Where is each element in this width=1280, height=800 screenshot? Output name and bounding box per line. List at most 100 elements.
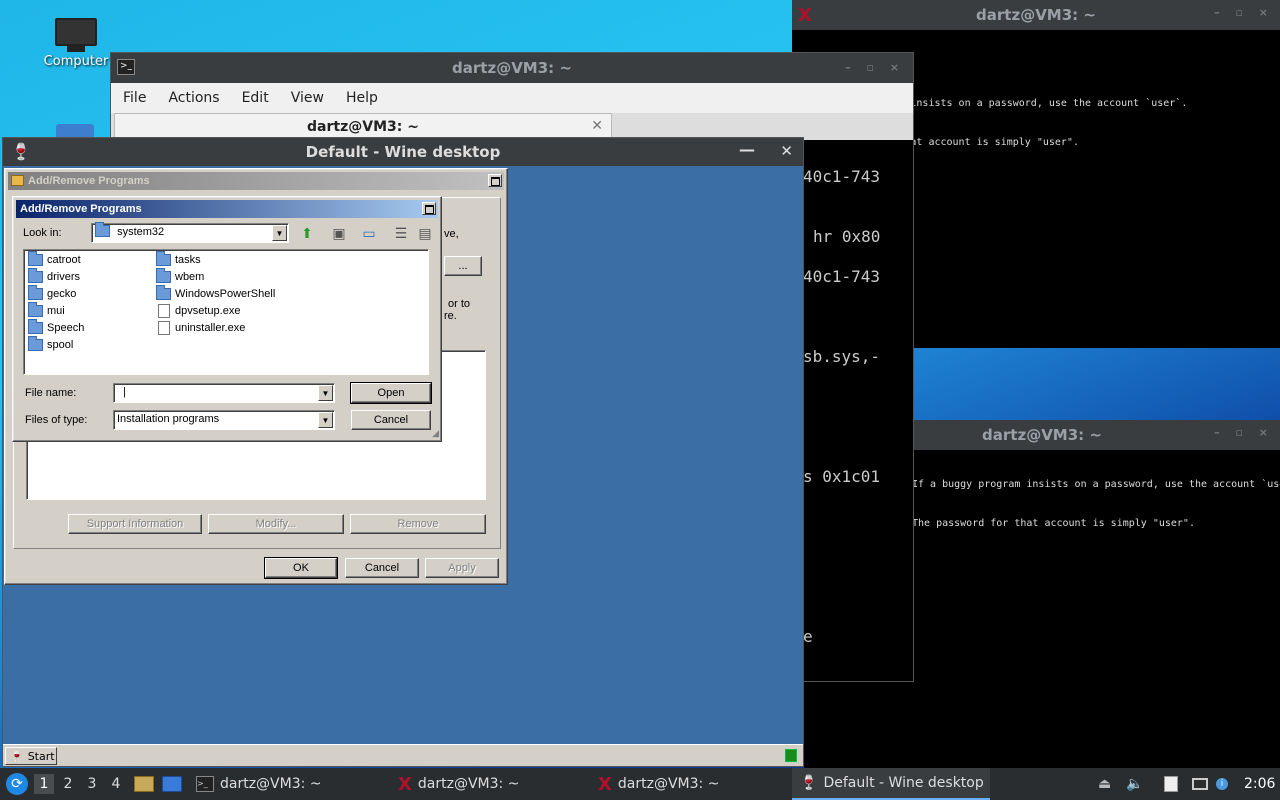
menu-actions[interactable]: Actions: [168, 90, 219, 106]
wine-titlebar[interactable]: 🍷 Default - Wine desktop — ✕: [3, 138, 803, 166]
list-item[interactable]: dpvsetup.exe: [158, 303, 240, 319]
wine-start-button[interactable]: 🍷 Start: [5, 747, 57, 765]
list-item[interactable]: drivers: [28, 268, 80, 285]
file-item-label: mui: [47, 305, 65, 317]
task-wine-desktop[interactable]: 🍷 Default - Wine desktop: [792, 768, 990, 800]
close-icon[interactable]: ✕: [591, 118, 603, 134]
list-item[interactable]: WindowsPowerShell: [156, 285, 276, 302]
xterm-line: If a buggy program insists on a password…: [912, 479, 1280, 490]
workspace-2[interactable]: 2: [58, 774, 78, 794]
window-controls-icon[interactable]: – ▫ ×: [845, 61, 905, 74]
app-menu-button[interactable]: ⟳: [6, 768, 28, 800]
close-icon[interactable]: ✕: [780, 142, 793, 160]
cancel-button[interactable]: Cancel: [345, 558, 419, 578]
terminal-text: s 0x1c01: [803, 467, 881, 486]
file-item-label: spool: [47, 339, 74, 351]
clock[interactable]: 2:06: [1244, 768, 1275, 800]
tray-notifications[interactable]: i: [1216, 768, 1228, 800]
terminal-tab[interactable]: dartz@VM3: ~ ✕: [114, 113, 612, 140]
workspace-4[interactable]: 4: [106, 774, 126, 794]
x-logo-icon: X: [398, 773, 412, 795]
workspace-3[interactable]: 3: [82, 774, 102, 794]
apply-button[interactable]: Apply: [425, 558, 499, 578]
resize-grip-icon[interactable]: ◢: [432, 428, 439, 439]
task-label: dartz@VM3: ~: [617, 776, 720, 792]
maximize-icon[interactable]: [488, 174, 502, 187]
computer-desktop-icon[interactable]: Computer: [40, 18, 112, 69]
terminal-icon: >_: [196, 776, 214, 792]
system-taskbar: ⟳ 1 2 3 4 >_ dartz@VM3: ~ X dartz@VM3: ~…: [0, 768, 1280, 800]
terminal-menubar: File Actions Edit View Help: [111, 83, 913, 113]
support-information-button[interactable]: Support Information: [68, 514, 202, 534]
remove-button[interactable]: Remove: [350, 514, 486, 534]
xterm-top-titlebar[interactable]: X dartz@VM3: ~ – ▫ ×: [792, 0, 1280, 30]
minimize-icon[interactable]: —: [739, 140, 755, 159]
folder-icon: [156, 251, 171, 266]
arp-partial-text: ve,: [444, 228, 459, 240]
file-dialog-titlebar[interactable]: Add/Remove Programs: [16, 200, 438, 218]
cancel-button[interactable]: Cancel: [351, 410, 431, 430]
show-desktop-launcher[interactable]: [162, 768, 182, 800]
window-controls-icon[interactable]: – ▫ ×: [1214, 426, 1274, 439]
up-folder-icon[interactable]: ⬆: [297, 223, 317, 243]
terminal-titlebar[interactable]: >_ dartz@VM3: ~ – ▫ ×: [111, 53, 913, 83]
folder-desktop-icon[interactable]: [56, 124, 94, 138]
files-of-type-select[interactable]: Installation programs ▼: [113, 410, 335, 430]
list-item[interactable]: catroot: [28, 251, 81, 268]
list-item[interactable]: tasks: [156, 251, 201, 268]
tray-arrow[interactable]: ⏏: [1098, 768, 1111, 800]
arp-titlebar[interactable]: Add/Remove Programs: [8, 172, 504, 190]
task-terminal[interactable]: >_ dartz@VM3: ~: [192, 768, 390, 800]
details-view-icon[interactable]: ▤: [415, 223, 435, 243]
ok-button[interactable]: OK: [264, 557, 338, 579]
modify-button[interactable]: Modify...: [208, 514, 344, 534]
menu-help[interactable]: Help: [346, 90, 378, 106]
show-desktop-icon: [162, 776, 182, 792]
look-in-select[interactable]: system32 ▼: [91, 222, 289, 243]
file-manager-launcher[interactable]: [134, 768, 154, 800]
menu-edit[interactable]: Edit: [242, 90, 269, 106]
file-list[interactable]: catroot drivers gecko mui Speech spool t…: [23, 249, 429, 375]
tray-indicator-icon[interactable]: [785, 749, 797, 762]
tray-volume[interactable]: 🔈: [1126, 768, 1143, 800]
window-controls-icon[interactable]: – ▫ ×: [1214, 6, 1274, 19]
menu-view[interactable]: View: [291, 90, 324, 106]
menu-file[interactable]: File: [123, 90, 146, 106]
file-name-label: File name:: [25, 387, 77, 399]
file-name-field[interactable]: | ▼: [113, 383, 335, 403]
tray-network[interactable]: [1192, 768, 1208, 800]
eject-icon: ⏏: [1098, 776, 1112, 792]
workspace-1[interactable]: 1: [34, 774, 54, 794]
open-button[interactable]: Open: [350, 382, 432, 404]
list-item[interactable]: spool: [28, 336, 74, 353]
install-button[interactable]: ...: [444, 256, 482, 276]
start-menu-icon: ⟳: [6, 773, 28, 795]
folder-icon: [28, 268, 43, 283]
list-item[interactable]: mui: [28, 302, 65, 319]
arp-partial-text: re.: [444, 310, 457, 322]
file-item-label: WindowsPowerShell: [175, 288, 276, 300]
list-item[interactable]: uninstaller.exe: [158, 320, 245, 336]
chevron-down-icon[interactable]: ▼: [272, 225, 287, 241]
tray-clipboard[interactable]: [1164, 768, 1178, 800]
chevron-down-icon[interactable]: ▼: [318, 385, 333, 401]
folder-icon: [156, 285, 171, 300]
terminal-icon: >_: [117, 59, 135, 75]
terminal-text: 40c1-743: [803, 167, 881, 186]
new-folder-icon[interactable]: ▭: [359, 223, 379, 243]
list-item[interactable]: Speech: [28, 319, 84, 336]
file-icon: [158, 304, 170, 318]
x-logo-icon: X: [798, 5, 812, 26]
file-name-value: |: [123, 386, 126, 398]
list-view-icon[interactable]: ☰: [391, 223, 411, 243]
task-xterm-2[interactable]: X dartz@VM3: ~: [594, 768, 790, 800]
task-xterm-1[interactable]: X dartz@VM3: ~: [394, 768, 592, 800]
desktop-icon[interactable]: ▣: [329, 223, 349, 243]
maximize-icon[interactable]: [422, 202, 436, 215]
list-item[interactable]: gecko: [28, 285, 76, 302]
file-item-label: catroot: [47, 254, 81, 266]
file-open-dialog[interactable]: Add/Remove Programs Look in: system32 ▼ …: [12, 196, 442, 442]
chevron-down-icon[interactable]: ▼: [318, 412, 333, 428]
xterm-line: The password for that account is simply …: [912, 518, 1195, 529]
list-item[interactable]: wbem: [156, 268, 204, 285]
